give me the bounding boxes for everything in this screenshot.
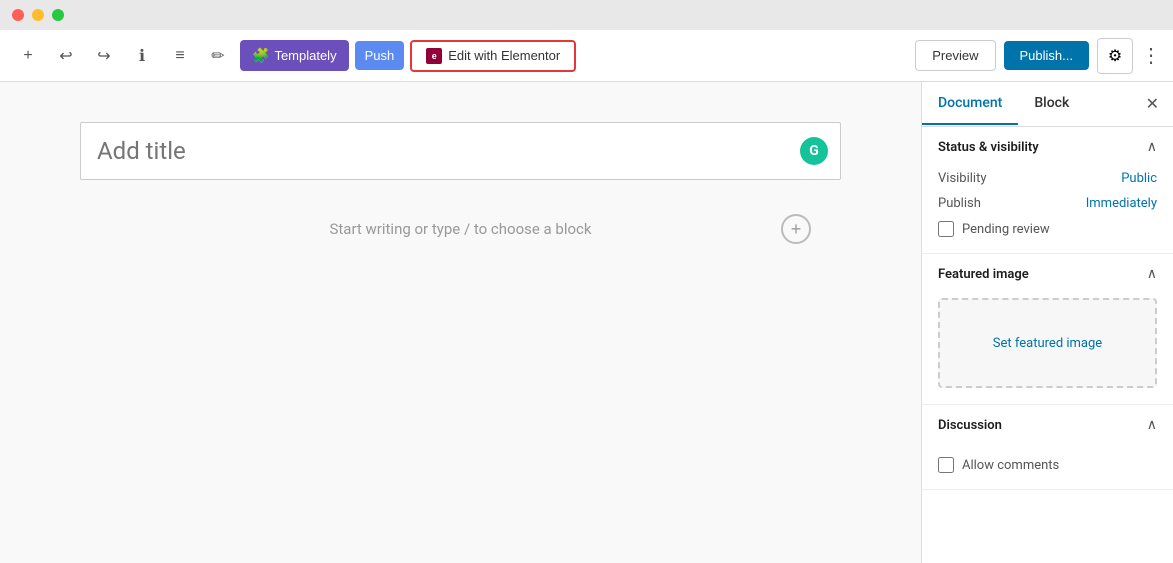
set-featured-image-button[interactable]: Set featured image bbox=[938, 298, 1157, 388]
undo-button[interactable]: ↩ bbox=[50, 40, 82, 72]
publish-label: Publish bbox=[938, 196, 981, 211]
add-block-toolbar-button[interactable]: + bbox=[12, 40, 44, 72]
pending-review-label: Pending review bbox=[962, 222, 1050, 237]
allow-comments-row: Allow comments bbox=[938, 457, 1157, 473]
featured-image-body: Set featured image bbox=[922, 294, 1173, 404]
featured-image-chevron-icon: ∧ bbox=[1147, 266, 1157, 282]
title-input-wrapper[interactable]: G bbox=[80, 122, 841, 180]
elementor-icon: e bbox=[426, 48, 442, 64]
allow-comments-checkbox[interactable] bbox=[938, 457, 954, 473]
add-icon: + bbox=[23, 47, 32, 65]
redo-icon: ↪ bbox=[97, 46, 110, 66]
edit-button[interactable]: ✏ bbox=[202, 40, 234, 72]
discussion-header[interactable]: Discussion ∧ bbox=[922, 405, 1173, 445]
allow-comments-label: Allow comments bbox=[962, 458, 1059, 473]
sidebar-close-button[interactable]: ✕ bbox=[1132, 82, 1173, 126]
discussion-body: Allow comments bbox=[922, 445, 1173, 489]
traffic-light-yellow[interactable] bbox=[32, 9, 44, 21]
status-visibility-body: Visibility Public Publish Immediately Pe… bbox=[922, 167, 1173, 253]
settings-button[interactable]: ⚙ bbox=[1097, 38, 1133, 74]
set-featured-image-label: Set featured image bbox=[993, 336, 1102, 351]
visibility-value[interactable]: Public bbox=[1121, 171, 1157, 186]
main-layout: G Start writing or type / to choose a bl… bbox=[0, 82, 1173, 563]
list-icon: ≡ bbox=[175, 47, 184, 65]
tab-block[interactable]: Block bbox=[1018, 83, 1085, 125]
status-visibility-section: Status & visibility ∧ Visibility Public … bbox=[922, 127, 1173, 254]
info-icon: ℹ bbox=[139, 46, 145, 66]
redo-button[interactable]: ↪ bbox=[88, 40, 120, 72]
publish-button[interactable]: Publish... bbox=[1004, 41, 1089, 70]
sidebar-header: Document Block ✕ bbox=[922, 82, 1173, 127]
chevron-up-icon: ∧ bbox=[1147, 139, 1157, 155]
settings-gear-icon: ⚙ bbox=[1108, 46, 1122, 66]
templately-label: Templately bbox=[274, 48, 336, 63]
traffic-light-red[interactable] bbox=[12, 9, 24, 21]
info-button[interactable]: ℹ bbox=[126, 40, 158, 72]
publish-row: Publish Immediately bbox=[938, 196, 1157, 211]
preview-button[interactable]: Preview bbox=[915, 40, 995, 71]
featured-image-header[interactable]: Featured image ∧ bbox=[922, 254, 1173, 294]
visibility-label: Visibility bbox=[938, 171, 987, 186]
traffic-light-green[interactable] bbox=[52, 9, 64, 21]
title-bar bbox=[0, 0, 1173, 30]
preview-label: Preview bbox=[932, 48, 978, 63]
elementor-label: Edit with Elementor bbox=[448, 48, 560, 63]
content-placeholder: Start writing or type / to choose a bloc… bbox=[329, 220, 591, 238]
toolbar-left: + ↩ ↪ ℹ ≡ ✏ 🧩 Templately Push e Edit wit… bbox=[12, 40, 907, 72]
featured-image-section: Featured image ∧ Set featured image bbox=[922, 254, 1173, 405]
featured-image-title: Featured image bbox=[938, 267, 1029, 282]
pending-review-row: Pending review bbox=[938, 221, 1157, 237]
status-visibility-header[interactable]: Status & visibility ∧ bbox=[922, 127, 1173, 167]
sidebar: Document Block ✕ Status & visibility ∧ V… bbox=[921, 82, 1173, 563]
push-button[interactable]: Push bbox=[355, 41, 405, 70]
templately-icon: 🧩 bbox=[252, 47, 269, 64]
status-visibility-title: Status & visibility bbox=[938, 140, 1039, 155]
toolbar-right: Preview Publish... ⚙ ⋮ bbox=[915, 38, 1161, 74]
add-block-plus-icon: + bbox=[791, 219, 802, 240]
publish-value[interactable]: Immediately bbox=[1086, 196, 1157, 211]
tab-document[interactable]: Document bbox=[922, 83, 1018, 125]
discussion-title: Discussion bbox=[938, 418, 1002, 433]
more-icon: ⋮ bbox=[1141, 43, 1161, 68]
list-view-button[interactable]: ≡ bbox=[164, 40, 196, 72]
discussion-chevron-icon: ∧ bbox=[1147, 417, 1157, 433]
content-area: Start writing or type / to choose a bloc… bbox=[80, 200, 841, 258]
pending-review-checkbox[interactable] bbox=[938, 221, 954, 237]
push-label: Push bbox=[365, 48, 395, 63]
grammarly-icon: G bbox=[800, 137, 828, 165]
publish-label: Publish... bbox=[1020, 48, 1073, 63]
toolbar: + ↩ ↪ ℹ ≡ ✏ 🧩 Templately Push e Edit wit… bbox=[0, 30, 1173, 82]
more-options-button[interactable]: ⋮ bbox=[1141, 43, 1161, 68]
visibility-row: Visibility Public bbox=[938, 171, 1157, 186]
add-block-button[interactable]: + bbox=[781, 214, 811, 244]
editor-area[interactable]: G Start writing or type / to choose a bl… bbox=[0, 82, 921, 563]
edit-with-elementor-button[interactable]: e Edit with Elementor bbox=[410, 40, 576, 72]
discussion-section: Discussion ∧ Allow comments bbox=[922, 405, 1173, 490]
undo-icon: ↩ bbox=[59, 46, 72, 66]
title-input[interactable] bbox=[97, 137, 824, 165]
templately-button[interactable]: 🧩 Templately bbox=[240, 40, 349, 71]
edit-icon: ✏ bbox=[211, 46, 224, 66]
close-icon: ✕ bbox=[1146, 96, 1159, 113]
